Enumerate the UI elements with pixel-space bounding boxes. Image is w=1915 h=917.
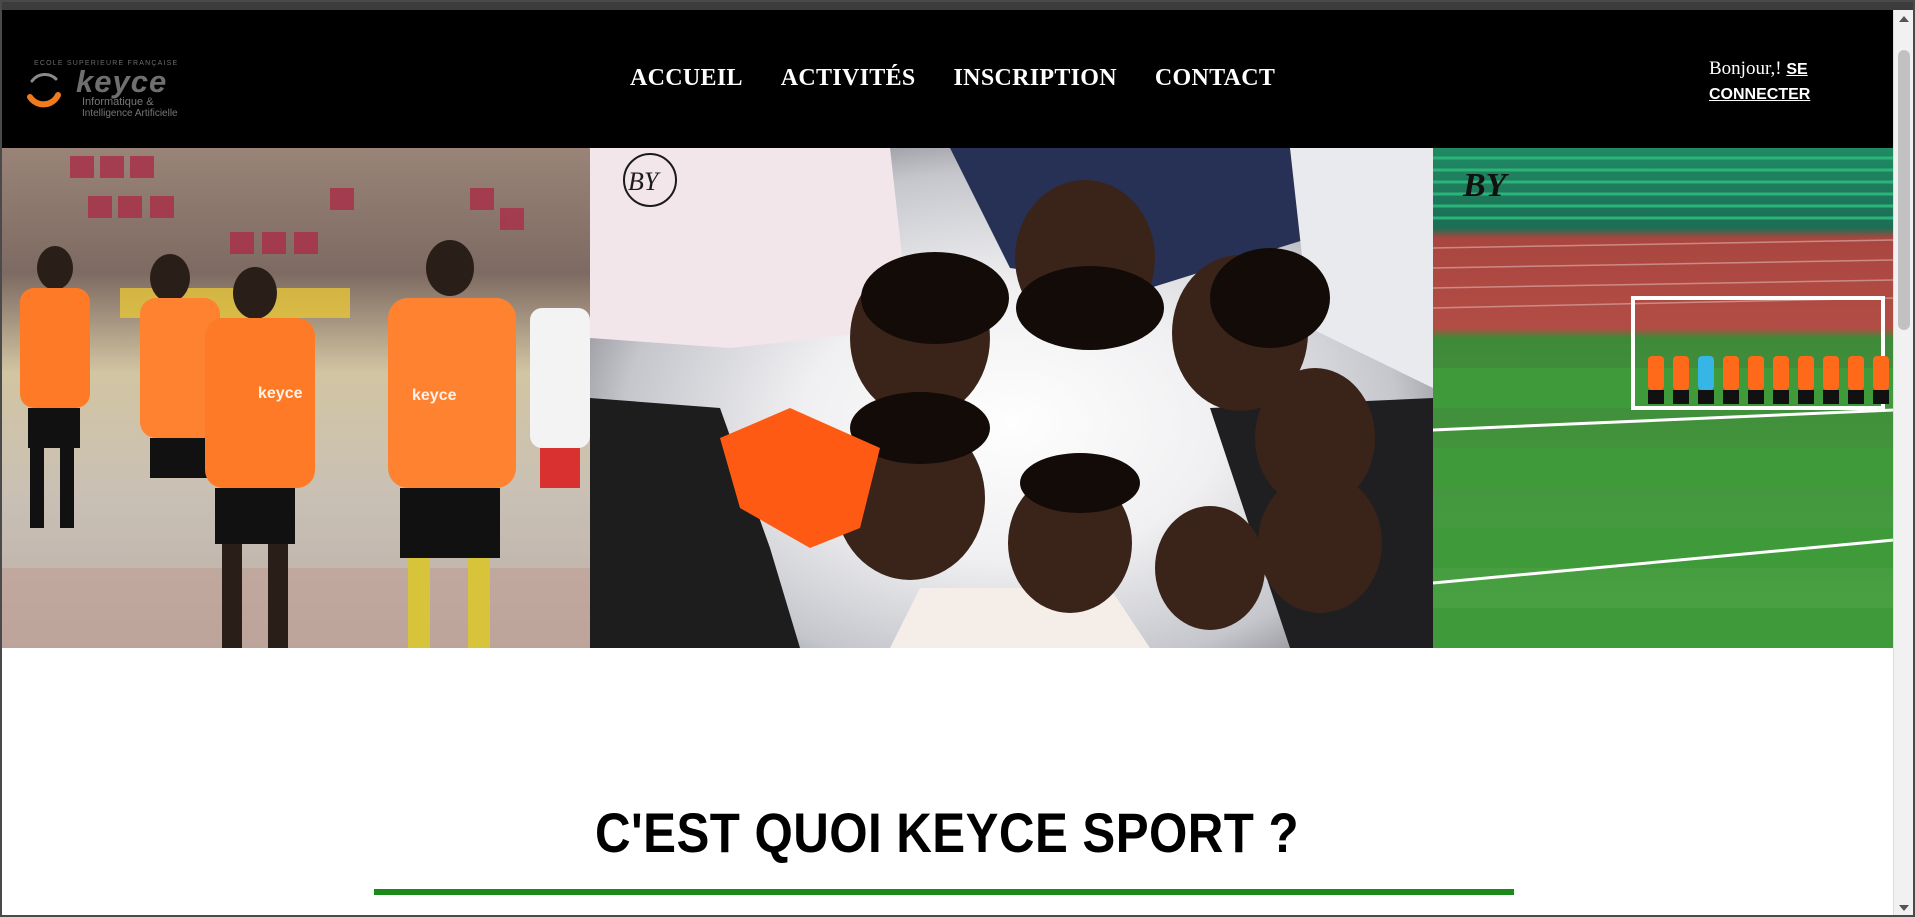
- title-underline: [374, 889, 1514, 895]
- team-huddle-illustration: BY: [590, 148, 1433, 648]
- svg-text:keyce: keyce: [258, 385, 303, 402]
- hero-photo-walkout: keyce keyce: [0, 148, 590, 648]
- nav-contact[interactable]: CONTACT: [1155, 65, 1275, 92]
- logo-line-1: Informatique &: [82, 96, 154, 108]
- keyce-logo[interactable]: ECOLE SUPERIEURE FRANÇAISE keyce Informa…: [22, 48, 207, 119]
- hero-banner: keyce keyce BY BY: [0, 148, 1894, 648]
- scroll-thumb[interactable]: [1898, 50, 1910, 330]
- greeting-text: Bonjour,!: [1709, 58, 1782, 79]
- svg-text:keyce: keyce: [412, 387, 457, 404]
- nav-activites[interactable]: ACTIVITÉS: [781, 65, 916, 92]
- hero-photo-huddle: BY: [590, 148, 1433, 648]
- watermark-text-2: BY: [1462, 167, 1510, 204]
- watermark-text: BY: [628, 167, 661, 196]
- players-walkout-illustration: keyce keyce: [0, 156, 590, 648]
- logo-brand: keyce: [76, 64, 168, 99]
- hero-photo-goal: BY: [1433, 148, 1894, 648]
- scroll-down-icon[interactable]: [1899, 905, 1909, 911]
- nav-inscription[interactable]: INSCRIPTION: [954, 65, 1117, 92]
- main-nav: ACCUEIL ACTIVITÉS INSCRIPTION CONTACT: [630, 65, 1275, 92]
- page-scrollbar[interactable]: [1893, 10, 1915, 917]
- nav-accueil[interactable]: ACCUEIL: [630, 65, 743, 92]
- logo-line-2: Intelligence Artificielle: [82, 108, 178, 119]
- user-area: Bonjour,! SE CONNECTER: [1709, 57, 1839, 107]
- goal-lineup-illustration: BY: [1433, 156, 1894, 648]
- scroll-up-icon[interactable]: [1899, 16, 1909, 22]
- site-header: ECOLE SUPERIEURE FRANÇAISE keyce Informa…: [0, 10, 1894, 148]
- section-title: C'EST QUOI KEYCE SPORT ?: [594, 801, 1300, 864]
- logo-ring-icon: [27, 73, 61, 108]
- browser-top-strip: [0, 0, 1915, 10]
